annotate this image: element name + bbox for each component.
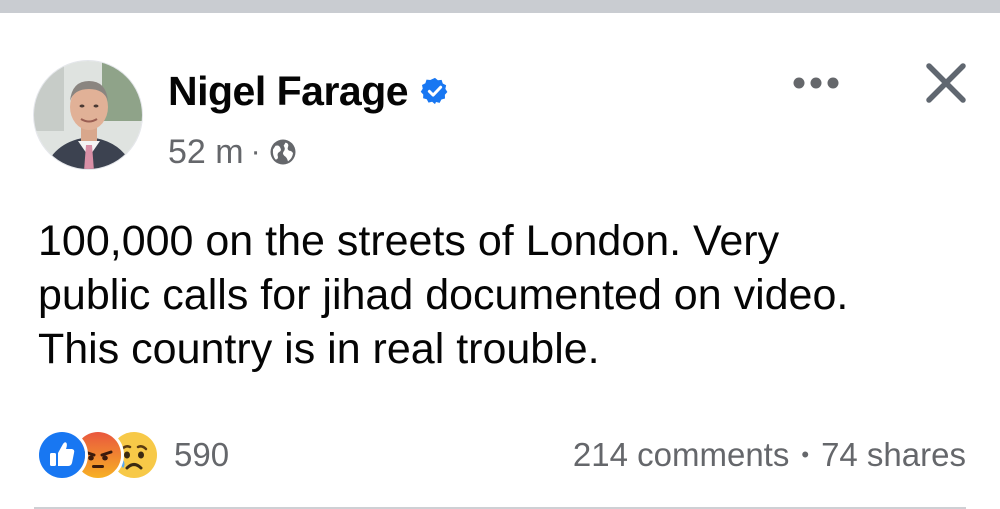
engagement-stats: 214 comments • 74 shares: [573, 430, 966, 480]
avatar-image: [34, 61, 142, 169]
post-meta: 52 m ·: [168, 130, 298, 174]
post-card: Nigel Farage 52 m · 100,000 on the stree…: [0, 13, 1000, 509]
reactions-summary[interactable]: 590: [36, 429, 230, 481]
comments-count-link[interactable]: 214 comments: [573, 436, 789, 474]
close-post-button[interactable]: [914, 51, 978, 115]
post-timestamp[interactable]: 52 m: [168, 130, 244, 174]
close-icon: [926, 63, 966, 103]
shares-count-link[interactable]: 74 shares: [821, 436, 966, 474]
author-name[interactable]: Nigel Farage: [168, 65, 409, 117]
verified-badge-icon: [420, 77, 448, 105]
author-row: Nigel Farage: [168, 65, 450, 117]
globe-icon: [270, 139, 296, 165]
author-avatar[interactable]: [33, 60, 143, 170]
feed-separator-bar: [0, 0, 1000, 13]
more-options-icon: [793, 77, 839, 89]
post-text: 100,000 on the streets of London. Very p…: [38, 217, 849, 373]
reaction-count: 590: [174, 436, 230, 473]
meta-separator: ·: [250, 135, 261, 168]
like-reaction-icon: [36, 429, 88, 481]
more-options-button[interactable]: [790, 63, 842, 103]
engagement-separator: •: [801, 442, 810, 467]
